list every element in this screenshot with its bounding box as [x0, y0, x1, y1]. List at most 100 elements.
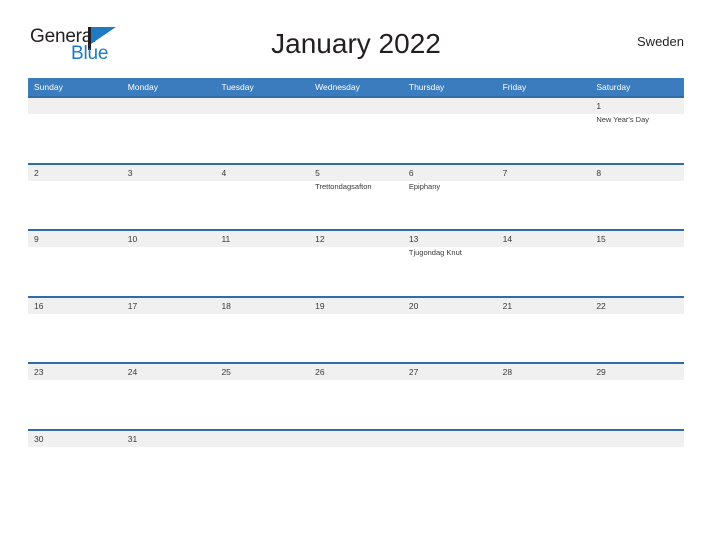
day-cell-28[interactable]: 28 [496, 364, 591, 429]
day-number: 9 [34, 234, 39, 244]
day-cell-29[interactable]: 29 [590, 364, 685, 429]
calendar-week-row: 9 10 11 12 13 Tjugondag Knut 14 15 [28, 229, 685, 296]
day-number: 7 [502, 167, 508, 178]
weekday-header-thursday: Thursday [408, 82, 445, 92]
day-number: 29 [596, 367, 606, 377]
day-event-label: Trettondagsafton [315, 181, 372, 191]
day-cell-empty [496, 98, 591, 163]
day-number: 28 [502, 367, 513, 377]
day-number: 19 [315, 300, 325, 311]
weekday-header-monday: Monday [127, 82, 158, 92]
day-cell-10[interactable]: 10 [121, 231, 216, 296]
day-cell-empty [590, 430, 685, 495]
day-cell-12[interactable]: 12 [309, 231, 403, 296]
day-cell-5[interactable]: 5 Trettondagsafton [309, 164, 403, 229]
day-cell-empty [121, 98, 216, 163]
page-title: January 2022 [271, 28, 441, 59]
weekday-header-tuesday: Tuesday [221, 82, 254, 92]
day-number: 20 [408, 300, 419, 311]
day-number: 11 [221, 234, 231, 244]
day-cell-16[interactable]: 16 [28, 297, 122, 362]
day-number: 24 [127, 367, 138, 377]
day-cell-21[interactable]: 21 [496, 297, 591, 362]
day-number: 25 [221, 367, 231, 377]
day-number: 4 [221, 167, 227, 178]
day-number: 30 [34, 433, 44, 444]
page-header: General Blue January 2022 Sweden [28, 24, 684, 72]
weekday-header-wednesday: Wednesday [315, 82, 360, 92]
day-cell-25[interactable]: 25 [215, 364, 310, 429]
day-number: 18 [221, 300, 231, 311]
day-cell-24[interactable]: 24 [121, 364, 216, 429]
day-cell-empty [215, 430, 310, 495]
calendar-page: General Blue January 2022 Sweden Sunday M… [0, 0, 712, 550]
day-number: 8 [596, 167, 602, 178]
day-cell-empty [402, 98, 497, 163]
calendar-weeks: 1 New Year's Day 2 3 4 5 Trettondagsafton 6 Epip… [28, 96, 685, 495]
day-cell-7[interactable]: 7 [496, 164, 591, 229]
day-cell-31[interactable]: 31 [121, 430, 216, 495]
calendar-week-row: 1 New Year's Day [28, 96, 685, 163]
day-cell-18[interactable]: 18 [215, 297, 310, 362]
calendar-week-row: 2 3 4 5 Trettondagsafton 6 Epiphany 7 8 [28, 162, 685, 229]
day-cell-19[interactable]: 19 [309, 297, 403, 362]
day-events: Tjugondag Knut [409, 248, 495, 258]
day-cell-13[interactable]: 13 Tjugondag Knut [402, 231, 497, 296]
weekday-header-friday: Friday [502, 82, 527, 92]
day-cell-30[interactable]: 30 [28, 430, 122, 495]
day-number: 23 [34, 367, 44, 377]
day-cell-17[interactable]: 17 [121, 297, 216, 362]
calendar-week-row: 30 31 [28, 428, 685, 495]
day-event-label: New Year's Day [596, 115, 650, 124]
day-cell-22[interactable]: 22 [590, 297, 685, 362]
day-cell-empty [496, 430, 591, 495]
calendar-grid: Sunday Monday Tuesday Wednesday Thursday Frid… [28, 78, 685, 495]
day-number: 3 [127, 167, 133, 178]
day-event-label: Tjugondag Knut [408, 248, 462, 257]
day-cell-23[interactable]: 23 [28, 364, 122, 429]
day-number: 6 [408, 167, 414, 178]
day-cell-empty [309, 430, 403, 495]
calendar-week-row: 23 24 25 26 27 28 29 [28, 362, 685, 429]
day-cell-8[interactable]: 8 [590, 164, 685, 229]
day-number: 2 [34, 167, 39, 178]
region-label: Sweden [637, 34, 684, 49]
day-cell-3[interactable]: 3 [121, 164, 216, 229]
weekday-header-saturday: Saturday [596, 82, 631, 92]
day-cell-11[interactable]: 11 [215, 231, 310, 296]
day-number: 22 [596, 300, 606, 311]
day-cell-4[interactable]: 4 [215, 164, 310, 229]
calendar-week-row: 16 17 18 19 20 21 22 [28, 295, 685, 362]
day-number: 17 [127, 300, 138, 311]
day-events: New Year's Day [596, 115, 682, 125]
day-cell-empty [215, 98, 310, 163]
weekday-header-row: Sunday Monday Tuesday Wednesday Thursday Frid… [28, 78, 684, 96]
day-number: 26 [315, 367, 325, 377]
day-number: 31 [127, 433, 138, 444]
day-cell-6[interactable]: 6 Epiphany [402, 164, 497, 229]
day-cell-9[interactable]: 9 [28, 231, 122, 296]
day-number: 15 [596, 234, 606, 244]
day-number: 16 [34, 300, 44, 311]
weekday-header-sunday: Sunday [34, 82, 63, 92]
day-cell-20[interactable]: 20 [402, 297, 497, 362]
day-events: Epiphany [409, 182, 495, 192]
day-cell-14[interactable]: 14 [496, 231, 591, 296]
day-number: 12 [315, 234, 325, 244]
day-cell-2[interactable]: 2 [28, 164, 122, 229]
day-cell-empty [402, 430, 497, 495]
day-cell-26[interactable]: 26 [309, 364, 403, 429]
day-cell-1[interactable]: 1 New Year's Day [590, 98, 685, 163]
day-cell-15[interactable]: 15 [590, 231, 685, 296]
day-number: 1 [596, 101, 602, 111]
day-number: 14 [502, 234, 513, 244]
day-number: 13 [408, 234, 419, 244]
day-cell-empty [28, 98, 122, 163]
day-cell-empty [309, 98, 403, 163]
day-cell-27[interactable]: 27 [402, 364, 497, 429]
day-number: 10 [127, 234, 138, 244]
day-number: 5 [315, 167, 320, 178]
day-number: 27 [408, 367, 419, 377]
day-events: Trettondagsafton [315, 182, 401, 192]
day-event-label: Epiphany [408, 181, 441, 191]
